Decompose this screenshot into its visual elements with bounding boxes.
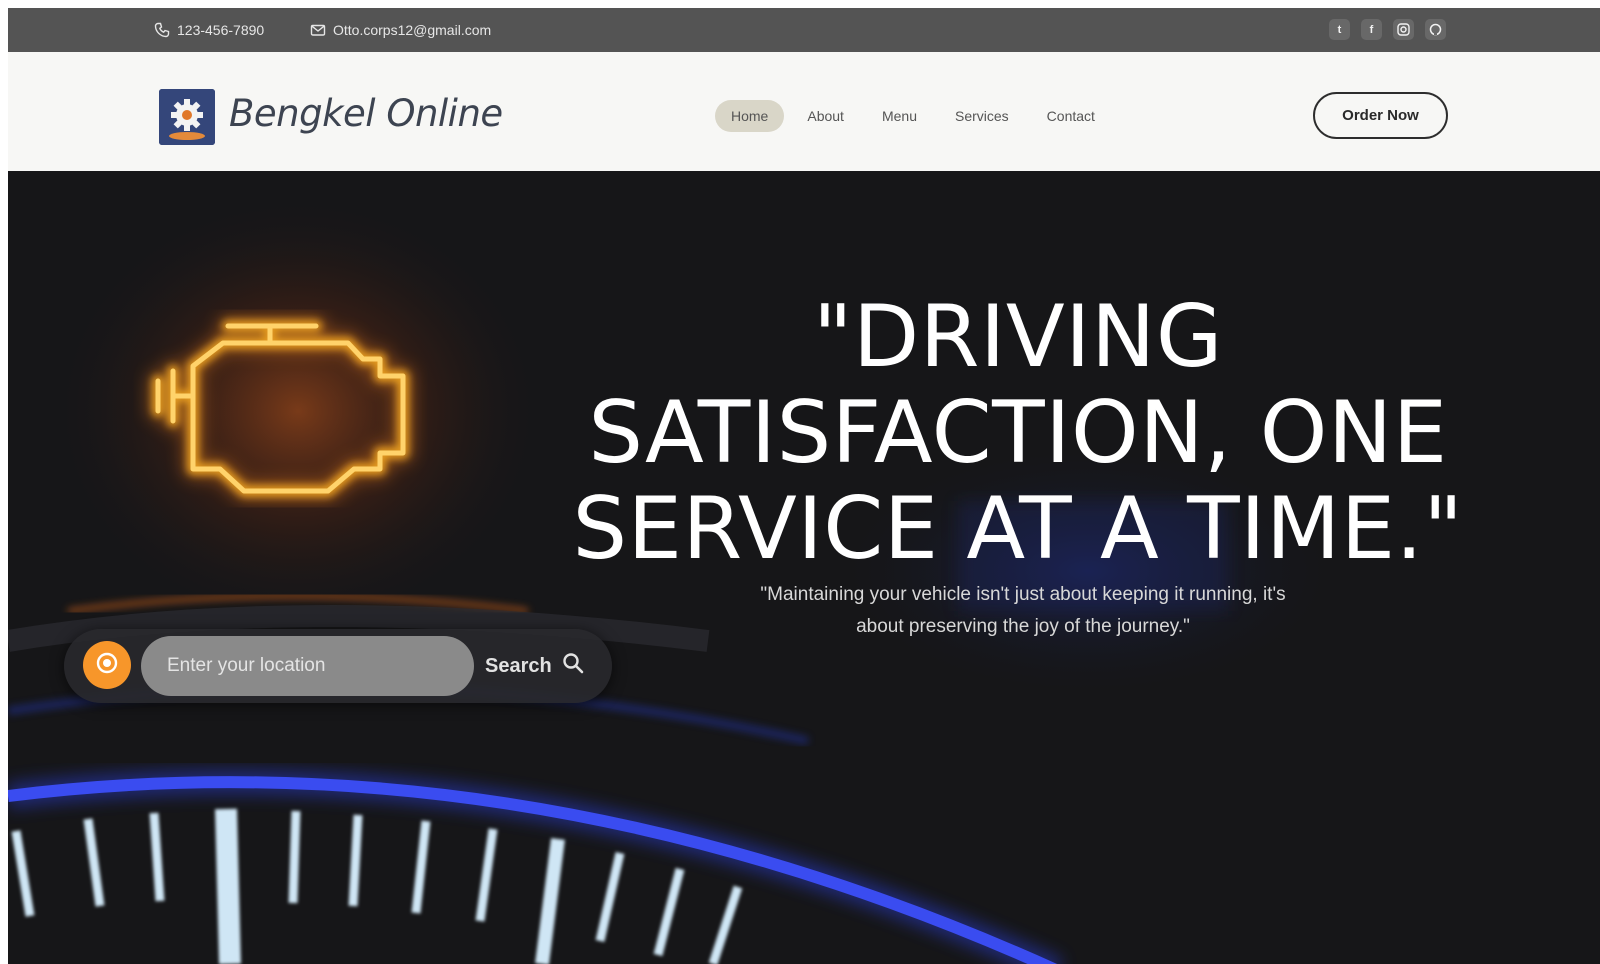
brand-name[interactable]: Bengkel Online	[229, 92, 503, 135]
main-nav: Bengkel Online Home About Menu Services …	[8, 52, 1600, 171]
location-search-bar: Search	[64, 629, 612, 703]
social-links: t f	[1329, 19, 1446, 40]
twitter-icon[interactable]: t	[1329, 19, 1350, 40]
mail-icon	[310, 22, 326, 38]
nav-item-menu[interactable]: Menu	[869, 100, 930, 132]
search-button-label: Search	[485, 654, 552, 677]
facebook-icon[interactable]: f	[1361, 19, 1382, 40]
headline-line-2: SATISFACTION, ONE	[588, 383, 1448, 483]
top-bar: 123-456-7890 Otto.corps12@gmail.com t f	[8, 8, 1600, 52]
phone-icon	[154, 22, 170, 38]
target-icon	[94, 650, 120, 681]
subtext-line-1: "Maintaining your vehicle isn't just abo…	[760, 584, 1286, 605]
hero-headline: "DRIVING SATISFACTION, ONE SERVICE AT A …	[568, 289, 1468, 577]
headline-line-3: SERVICE AT A TIME."	[572, 479, 1464, 579]
email-contact[interactable]: Otto.corps12@gmail.com	[310, 8, 491, 52]
nav-menu: Home About Menu Services Contact	[715, 100, 1120, 132]
search-icon	[562, 652, 584, 680]
subtext-line-2: about preserving the joy of the journey.…	[856, 616, 1190, 637]
nav-item-about[interactable]: About	[794, 100, 857, 132]
github-icon[interactable]	[1425, 19, 1446, 40]
phone-contact[interactable]: 123-456-7890	[154, 8, 264, 52]
email-address: Otto.corps12@gmail.com	[333, 22, 492, 38]
nav-item-contact[interactable]: Contact	[1034, 100, 1108, 132]
hero-subtext: "Maintaining your vehicle isn't just abo…	[668, 579, 1378, 643]
page: 123-456-7890 Otto.corps12@gmail.com t f	[8, 8, 1600, 964]
order-now-button[interactable]: Order Now	[1313, 92, 1448, 139]
location-input[interactable]	[141, 636, 474, 696]
locate-me-button[interactable]	[83, 641, 131, 689]
headline-line-1: "DRIVING	[812, 287, 1224, 387]
instagram-icon[interactable]	[1393, 19, 1414, 40]
phone-number: 123-456-7890	[177, 22, 265, 38]
nav-item-services[interactable]: Services	[942, 100, 1022, 132]
logo-icon[interactable]	[159, 89, 215, 145]
nav-item-home[interactable]: Home	[715, 100, 785, 132]
hero-section: "DRIVING SATISFACTION, ONE SERVICE AT A …	[8, 171, 1600, 964]
search-button[interactable]: Search	[479, 648, 590, 684]
